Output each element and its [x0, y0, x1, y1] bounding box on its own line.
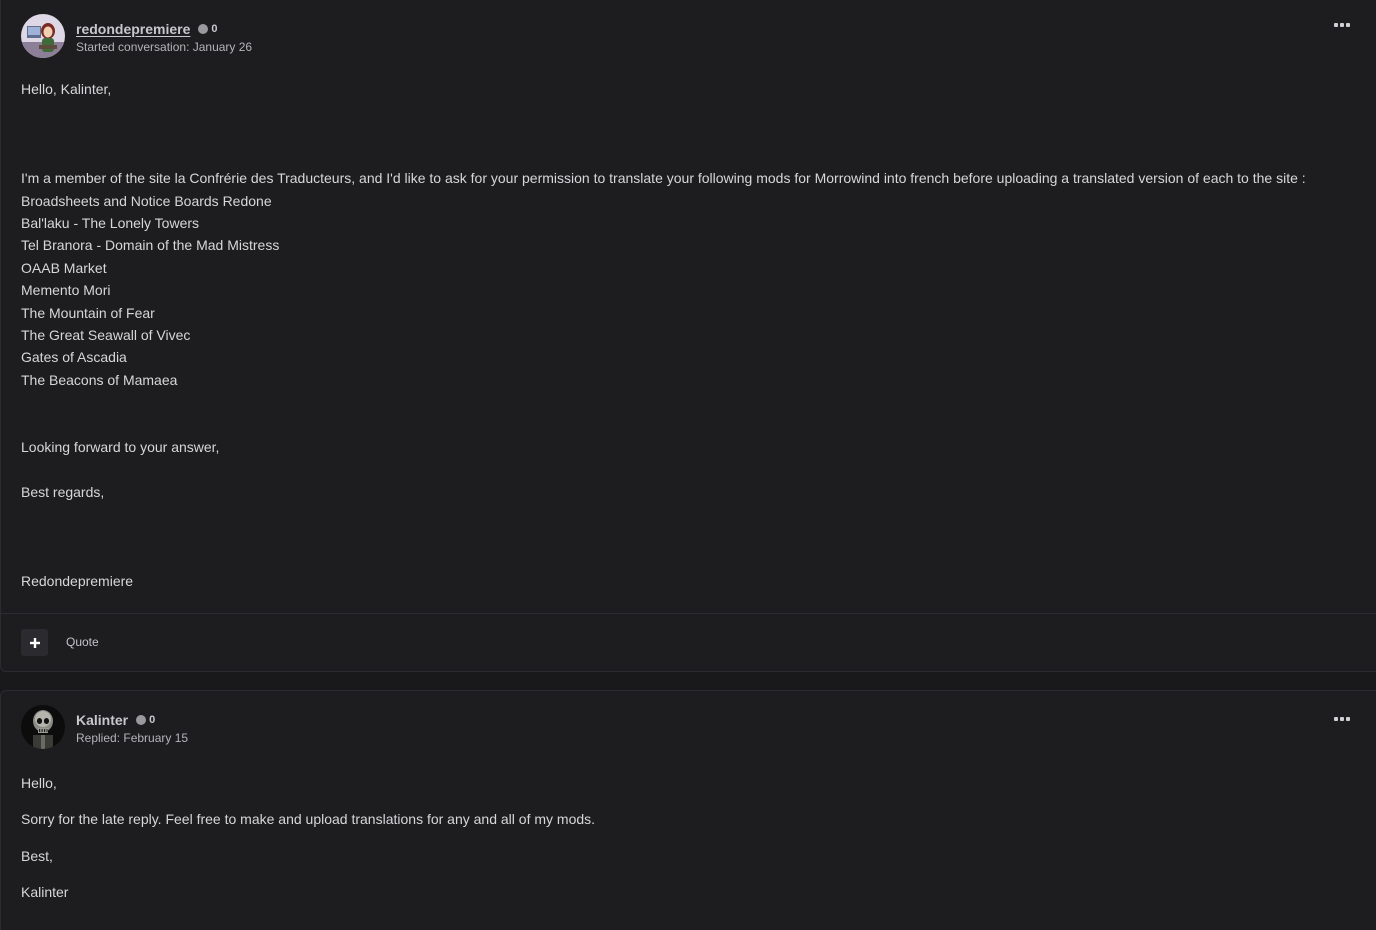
- post-footer: Quote: [1, 613, 1376, 672]
- post-meta: Started conversation: January 26: [76, 39, 253, 54]
- reputation-dot-icon: [136, 714, 147, 725]
- mod-list-item: Gates of Ascadia: [21, 349, 127, 365]
- author-line: redondepremiere 0: [76, 19, 252, 39]
- mod-list-item: The Beacons of Mamaea: [21, 372, 178, 388]
- author-block: redondepremiere 0 Started conversation: …: [76, 19, 252, 54]
- author-block: Kalinter 0 Replied: February 15: [76, 710, 188, 745]
- mod-list-item: The Great Seawall of Vivec: [21, 327, 191, 343]
- avatar[interactable]: [21, 705, 65, 749]
- message-post: redondepremiere 0 Started conversation: …: [0, 0, 1376, 672]
- author-name-link[interactable]: Kalinter: [76, 712, 128, 728]
- reputation-badge[interactable]: 0: [198, 22, 218, 35]
- message-line: Hello, Kalinter,: [21, 81, 112, 97]
- post-meta: Replied: February 15: [76, 730, 189, 745]
- ellipsis-icon[interactable]: [1334, 716, 1350, 722]
- reputation-dot-icon: [198, 23, 209, 34]
- message-line: Hello,: [21, 775, 57, 791]
- reputation-badge[interactable]: 0: [136, 714, 155, 726]
- reputation-count: 0: [211, 22, 218, 35]
- mod-list-item: OAAB Market: [21, 260, 107, 276]
- reputation-count: 0: [149, 713, 156, 726]
- mod-list-item: Memento Mori: [21, 282, 111, 298]
- message-line: Best regards,: [21, 484, 105, 500]
- ellipsis-icon[interactable]: [1334, 22, 1350, 28]
- plus-button[interactable]: [21, 629, 48, 656]
- author-line: Kalinter 0: [76, 710, 188, 730]
- quote-button[interactable]: Quote: [66, 635, 99, 649]
- mod-list-item: Bal'laku - The Lonely Towers: [21, 215, 200, 231]
- message-line: Redondepremiere: [21, 573, 134, 589]
- mod-list-item: Broadsheets and Notice Boards Redone: [21, 193, 272, 209]
- post-header: Kalinter 0 Replied: February 15: [21, 705, 188, 749]
- mod-list-item: The Mountain of Fear: [21, 305, 155, 321]
- author-name-link[interactable]: redondepremiere: [76, 21, 190, 37]
- avatar[interactable]: [21, 14, 65, 58]
- message-post: Kalinter 0 Replied: February 15 Hello, S…: [0, 690, 1376, 930]
- message-line: Looking forward to your answer,: [21, 439, 220, 455]
- message-line: Sorry for the late reply. Feel free to m…: [21, 811, 596, 827]
- message-line: Best,: [21, 848, 53, 864]
- mod-list-item: Tel Branora - Domain of the Mad Mistress: [21, 237, 280, 253]
- message-line: I'm a member of the site la Confrérie de…: [21, 170, 1306, 186]
- post-header: redondepremiere 0 Started conversation: …: [21, 14, 252, 58]
- plus-icon: [29, 637, 40, 648]
- message-line: Kalinter: [21, 884, 69, 900]
